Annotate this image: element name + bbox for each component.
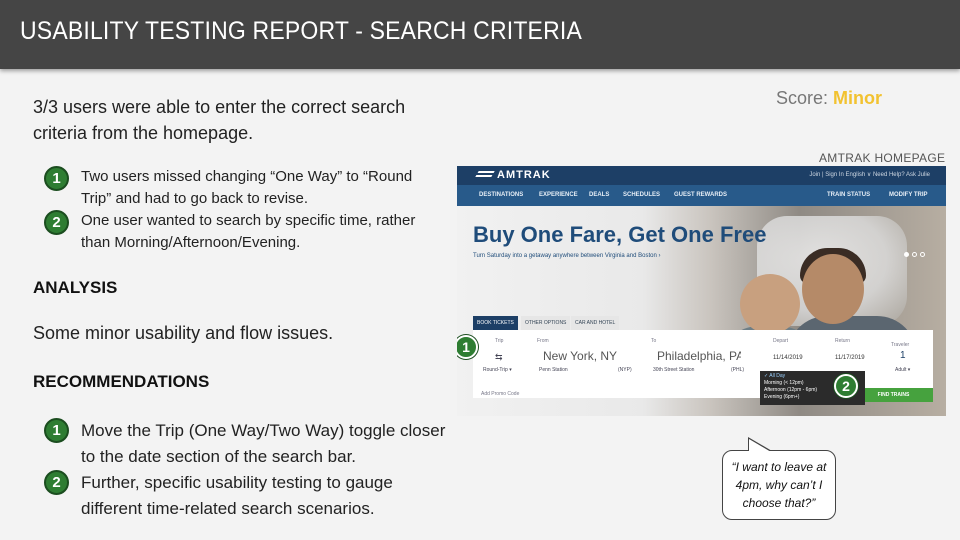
user-quote: “I want to leave at 4pm, why can’t I cho… [731,460,827,510]
screenshot-badge-2-icon: 2 [834,374,858,398]
amtrak-toplinks: Join | Sign In English ∨ Need Help? Ask … [809,172,930,178]
amtrak-swoosh-icon [475,171,495,177]
from-value: New York, NY [543,349,618,363]
amtrak-logo-text: AMTRAK [497,169,551,181]
amtrak-screenshot: AMTRAK Join | Sign In English ∨ Need Hel… [457,166,946,416]
amtrak-nav-item: TRAIN STATUS [827,192,871,198]
carousel-dot-icon [904,252,909,257]
find-trains-button: FIND TRAINS [854,388,933,402]
amtrak-nav-item: EXPERIENCE [539,192,578,198]
amtrak-nav-item: DESTINATIONS [479,192,524,198]
recommendations-heading: RECOMMENDATIONS [33,372,210,391]
passenger-head [740,274,800,334]
recommendation-text: Further, specific usability testing to g… [81,473,393,518]
amtrak-nav-item: SCHEDULES [623,192,661,198]
score: Score: Minor [776,88,882,109]
analysis-heading: ANALYSIS [33,278,118,297]
amtrak-subline: Turn Saturday into a getaway anywhere be… [473,253,661,259]
finding-text: One user wanted to search by specific ti… [81,212,416,251]
amtrak-headline: Buy One Fare, Get One Free [473,222,767,247]
amtrak-nav-item: GUEST REWARDS [674,192,728,198]
page-title: USABILITY TESTING REPORT - SEARCH CRITER… [20,17,582,45]
screenshot-caption: AMTRAK HOMEPAGE [819,151,946,165]
carousel-dot-icon [920,252,925,257]
passenger-head [802,254,864,324]
tab-other-options: OTHER OPTIONS [521,316,571,330]
score-value: Minor [833,88,883,108]
finding-item-1: 1 Two users missed changing “One Way” to… [44,166,441,210]
traveler-value: 1 [900,350,906,361]
recommendation-item-2: 2 Further, specific usability testing to… [44,470,451,522]
depart-label: Depart [773,338,789,344]
amtrak-nav-item: DEALS [589,192,610,198]
tab-book-tickets: BOOK TICKETS [473,316,518,330]
summary-text: 3/3 users were able to enter the correct… [33,97,406,143]
analysis-text: Some minor usability and flow issues. [33,323,334,343]
to-label: To [651,338,657,344]
depart-value: 11/14/2019 [773,355,803,361]
finding-item-2: 2 One user wanted to search by specific … [44,210,441,254]
score-label: Score: [776,88,829,108]
to-code: (PHL) [731,367,745,373]
carousel-dot-icon [912,252,917,257]
amtrak-logo: AMTRAK [475,169,551,181]
number-badge-icon: 1 [44,166,69,191]
trip-value: Round-Trip ▾ [483,367,512,373]
speech-bubble-tail-inner [749,439,771,452]
recommendation-text: Move the Trip (One Way/Two Way) toggle c… [81,421,446,466]
swap-arrows-icon: ⇆ [495,352,503,362]
amtrak-topbar: AMTRAK Join | Sign In English ∨ Need Hel… [457,166,946,185]
from-station: Penn Station [539,367,568,373]
trip-label: Trip [495,338,504,344]
recommendation-item-1: 1 Move the Trip (One Way/Two Way) toggle… [44,418,451,470]
number-badge-icon: 1 [44,418,69,443]
speech-bubble: “I want to leave at 4pm, why can’t I cho… [722,450,836,520]
return-label: Return [835,338,851,344]
amtrak-nav: DESTINATIONS EXPERIENCE DEALS SCHEDULES … [457,185,946,206]
to-value: Philadelphia, PA [657,349,741,363]
promo-code-link: Add Promo Code [481,391,520,397]
number-badge-icon: 2 [44,470,69,495]
traveler-label: Traveler [891,342,910,348]
tab-car-hotel: CAR AND HOTEL [571,316,620,330]
traveler-type: Adult ▾ [895,367,911,373]
return-value: 11/17/2019 [835,355,865,361]
amtrak-nav-item: MODIFY TRIP [889,192,928,198]
number-badge-icon: 2 [44,210,69,235]
from-label: From [537,338,549,344]
to-station: 30th Street Station [653,367,695,373]
title-bar: USABILITY TESTING REPORT - SEARCH CRITER… [0,0,960,69]
carousel-dots [904,244,928,262]
finding-text: Two users missed changing “One Way” to “… [81,168,413,207]
from-code: (NYP) [618,367,632,373]
